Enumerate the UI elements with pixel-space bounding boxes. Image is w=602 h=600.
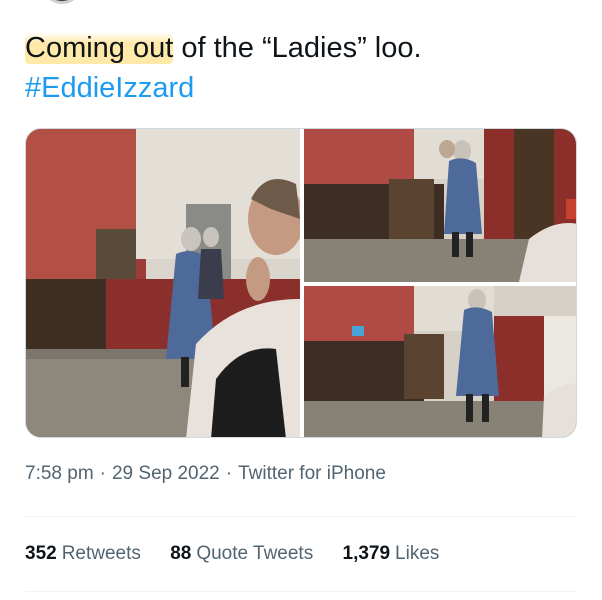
tweet-source[interactable]: Twitter for iPhone: [238, 463, 386, 484]
separator-dot: ·: [99, 463, 106, 484]
hashtag-link[interactable]: #EddieIzzard: [25, 68, 585, 108]
tweet-text: Coming out of the “Ladies” loo. #EddieIz…: [25, 28, 585, 108]
quote-tweets-count: 88: [170, 543, 192, 564]
tweet-meta: 7:58 pm · 29 Sep 2022 · Twitter for iPhone: [25, 463, 386, 485]
retweets-count: 352: [25, 543, 57, 564]
quote-tweets-stat[interactable]: 88 Quote Tweets: [170, 543, 313, 565]
divider: [25, 516, 577, 517]
media-grid: [25, 128, 577, 438]
tweet-time[interactable]: 7:58 pm: [25, 463, 94, 484]
photo-people-hallway-top-right-icon: [304, 129, 576, 282]
tweet-date[interactable]: 29 Sep 2022: [112, 463, 220, 484]
tweet-text-rest: of the “Ladies” loo.: [173, 32, 422, 64]
separator-dot: ·: [225, 463, 233, 484]
photo-bottom-right[interactable]: [304, 286, 576, 437]
likes-count: 1,379: [342, 543, 391, 564]
photo-people-hallway-left-icon: [26, 129, 300, 437]
likes-label: Likes: [395, 543, 440, 564]
retweets-label: Retweets: [61, 543, 141, 564]
photo-top-right[interactable]: [304, 129, 576, 282]
avatar[interactable]: [44, 0, 80, 4]
divider: [25, 591, 577, 592]
engagement-stats: 352 Retweets 88 Quote Tweets 1,379 Likes: [25, 543, 463, 565]
photo-left[interactable]: [26, 129, 300, 437]
highlighted-text: Coming out: [25, 32, 174, 64]
photo-people-hallway-bottom-right-icon: [304, 286, 576, 437]
quote-tweets-label: Quote Tweets: [196, 543, 314, 564]
retweets-stat[interactable]: 352 Retweets: [25, 543, 141, 565]
likes-stat[interactable]: 1,379 Likes: [343, 543, 440, 565]
